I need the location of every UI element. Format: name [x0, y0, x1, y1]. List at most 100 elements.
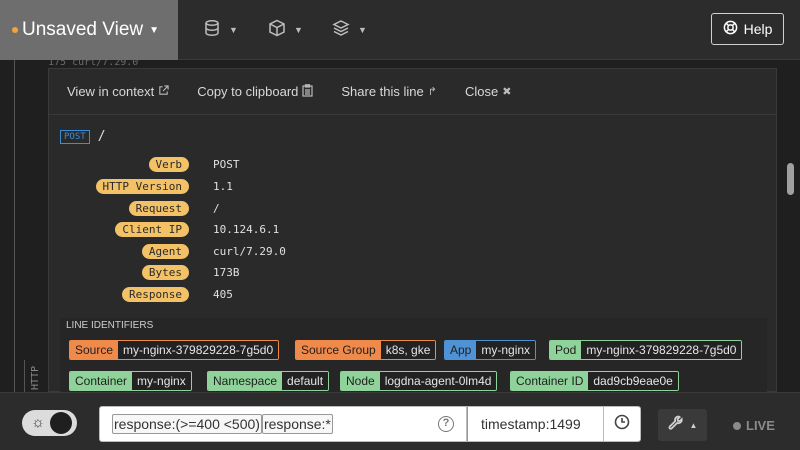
field-key[interactable]: HTTP Version [95, 178, 189, 194]
field-key[interactable]: Request [128, 200, 189, 216]
field-value: 10.124.6.1 [213, 222, 280, 236]
identifier-tag[interactable]: Source my-nginx-379829228-7g5d0 [69, 340, 280, 360]
copy-to-clipboard-label: Copy to clipboard [197, 84, 299, 99]
identifier-key: App [445, 341, 477, 359]
identifier-key: Source [70, 341, 119, 359]
lifebuoy-icon [723, 20, 738, 38]
identifier-tag[interactable]: Node logdna-agent-0lm4d [340, 371, 498, 391]
identifier-key: Pod [550, 341, 582, 359]
field-row: Client IP 10.124.6.1 [49, 221, 279, 237]
help-label: Help [743, 21, 773, 37]
view-selector[interactable]: Unsaved View ▼ [0, 0, 178, 60]
field-row: Agent curl/7.29.0 [49, 243, 286, 259]
field-key[interactable]: Agent [141, 243, 189, 259]
identifier-tag[interactable]: Pod my-nginx-379829228-7g5d0 [549, 340, 743, 360]
live-toggle[interactable]: LIVE [733, 418, 775, 433]
identifier-value: default [282, 372, 329, 390]
identifier-tag[interactable]: Namespace default [207, 371, 330, 391]
log-line-detail-panel: View in context Copy to clipboard Share … [48, 68, 777, 393]
panel-actions: View in context Copy to clipboard Share … [49, 69, 776, 115]
gutter-line [14, 60, 15, 392]
sun-icon: ☼ [31, 414, 45, 431]
bottom-bar: ☼ response:(>=400 <500) response:* ? tim… [0, 392, 800, 450]
identifier-key: Source Group [296, 341, 381, 359]
close-link[interactable]: Close ✖ [465, 84, 511, 99]
timestamp-input[interactable]: timestamp:1499 [467, 406, 604, 442]
field-row: Response 405 [49, 286, 233, 302]
http-side-label: HTTP [30, 365, 41, 390]
chevron-down-icon: ▼ [294, 25, 303, 35]
field-value: / [213, 201, 220, 215]
request-line: POST / [60, 129, 106, 144]
identifier-tag[interactable]: Source Group k8s, gke [295, 340, 437, 360]
live-label: LIVE [746, 418, 775, 433]
field-row: HTTP Version 1.1 [49, 178, 233, 194]
request-path: / [97, 129, 106, 144]
field-key[interactable]: Client IP [115, 221, 189, 237]
search-query-input[interactable]: response:(>=400 <500) response:* ? [99, 406, 467, 442]
question-icon[interactable]: ? [438, 416, 454, 432]
field-value: 405 [213, 287, 233, 301]
external-link-icon [158, 84, 169, 99]
side-label: HTTP [24, 365, 44, 392]
identifier-key: Namespace [208, 372, 283, 390]
layers-menu[interactable]: ▼ [332, 18, 367, 42]
live-status-dot [733, 421, 741, 430]
copy-to-clipboard-link[interactable]: Copy to clipboard [197, 83, 313, 100]
wrench-icon [668, 415, 684, 436]
layers-icon [332, 19, 350, 42]
query-chip[interactable]: response:* [261, 414, 333, 434]
field-key[interactable]: Response [122, 286, 189, 302]
share-arrow-icon: ↱ [427, 86, 437, 98]
unsaved-dot [12, 27, 18, 33]
database-menu[interactable]: ▼ [203, 18, 238, 42]
previous-log-line[interactable]: 175 curl/7.29.0 [48, 60, 138, 68]
field-value: curl/7.29.0 [213, 244, 286, 258]
top-bar: Unsaved View ▼ ▼ ▼ ▼ Help [0, 0, 800, 60]
help-button[interactable]: Help [711, 13, 784, 45]
field-row: Verb POST [49, 156, 240, 172]
identifier-value: my-nginx-379829228-7g5d0 [581, 341, 742, 359]
identifier-value: k8s, gke [380, 341, 436, 359]
identifier-tag[interactable]: App my-nginx [444, 340, 537, 360]
view-title-label: Unsaved View [22, 19, 144, 40]
identifier-value: my-nginx [132, 372, 191, 390]
share-line-label: Share this line [341, 84, 424, 99]
time-picker-button[interactable] [603, 406, 641, 442]
clipboard-icon [302, 83, 313, 100]
method-badge: POST [60, 129, 90, 144]
chevron-up-icon: ▲ [689, 420, 698, 430]
chevron-down-icon: ▼ [358, 25, 367, 35]
toggle-knob [50, 412, 72, 434]
identifier-tag[interactable]: Container my-nginx [69, 371, 192, 391]
database-icon [203, 19, 221, 42]
view-in-context-label: View in context [67, 84, 155, 99]
query-chip[interactable]: response:(>=400 <500) [112, 414, 262, 434]
chevron-down-icon: ▼ [149, 24, 160, 36]
identifier-value: logdna-agent-0lm4d [379, 372, 497, 390]
close-label: Close [464, 84, 499, 99]
view-in-context-link[interactable]: View in context [67, 84, 169, 99]
identifier-value: dad9cb9eae0e [588, 372, 678, 390]
tools-menu-button[interactable]: ▲ [658, 409, 707, 441]
field-value: 173B [213, 265, 240, 279]
identifier-tag[interactable]: Container ID dad9cb9eae0e [510, 371, 679, 391]
field-row: Request / [49, 200, 220, 216]
scroll-thumb[interactable] [787, 163, 794, 195]
identifier-key: Container ID [511, 372, 589, 390]
identifier-key: Container [70, 372, 133, 390]
log-scrollbar[interactable] [786, 68, 795, 392]
chevron-down-icon: ▼ [229, 25, 238, 35]
clock-icon [614, 414, 630, 435]
box-menu[interactable]: ▼ [268, 18, 303, 42]
identifier-key: Node [341, 372, 380, 390]
line-identifiers: LINE IDENTIFIERS Source my-nginx-3798292… [60, 318, 767, 393]
field-key[interactable]: Verb [148, 156, 189, 172]
line-identifiers-title: LINE IDENTIFIERS [66, 320, 154, 331]
field-key[interactable]: Bytes [141, 264, 189, 280]
close-icon: ✖ [502, 86, 512, 98]
share-line-link[interactable]: Share this line ↱ [341, 84, 437, 99]
left-gutter [0, 60, 47, 392]
theme-toggle[interactable]: ☼ [22, 410, 77, 436]
field-row: Bytes 173B [49, 264, 240, 280]
